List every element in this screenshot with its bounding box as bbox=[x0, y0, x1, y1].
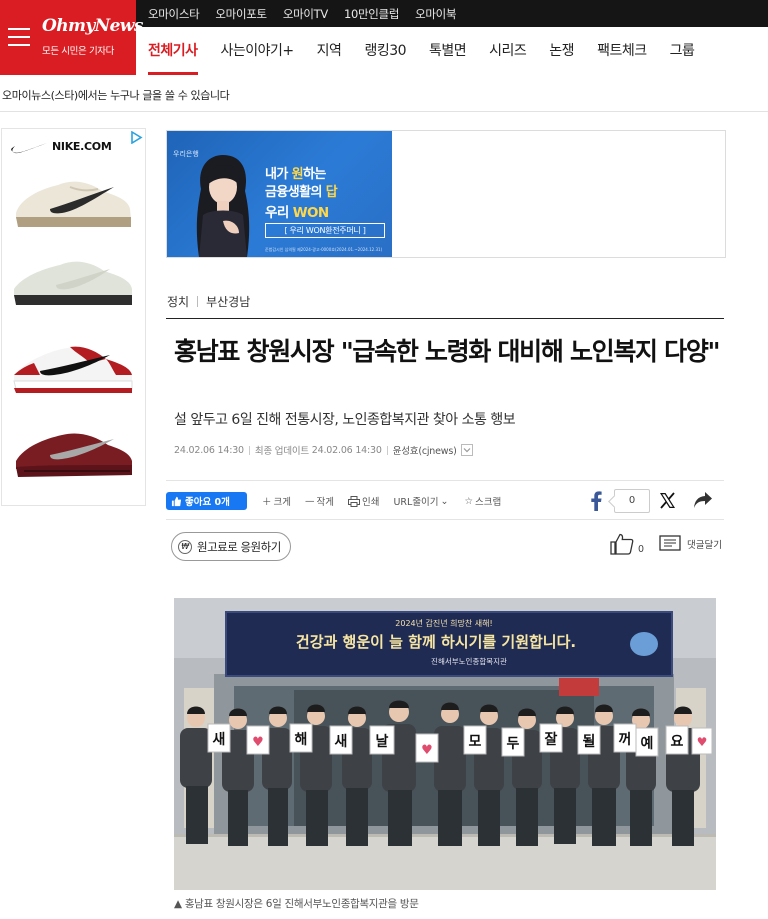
printer-icon bbox=[347, 495, 360, 507]
support-writer-button[interactable]: ₩ 원고료로 응원하기 bbox=[171, 532, 291, 561]
adchoices-icon[interactable] bbox=[130, 131, 143, 144]
updated-date: 24.02.06 14:30 bbox=[311, 444, 382, 456]
won-coin-icon: ₩ bbox=[178, 539, 192, 554]
top-link-book[interactable]: 오마이북 bbox=[415, 6, 456, 22]
nike-swoosh-icon bbox=[11, 143, 47, 154]
nav-item-series[interactable]: 시리즈 bbox=[489, 27, 527, 75]
svg-text:해: 해 bbox=[295, 732, 308, 748]
photo-banner-small: 2024년 갑진년 희망찬 새해! bbox=[395, 618, 492, 628]
author-name[interactable]: 윤성효(cjnews) bbox=[393, 443, 457, 457]
nav-item-all-articles[interactable]: 전체기사 bbox=[148, 27, 198, 75]
nav-item-debate[interactable]: 논쟁 bbox=[549, 27, 574, 75]
menu-icon[interactable] bbox=[8, 28, 30, 46]
logo-slogan: 모든 시민은 기자다 bbox=[42, 46, 114, 57]
top-link-club[interactable]: 10만인클럽 bbox=[344, 6, 399, 22]
section-politics[interactable]: 정치 bbox=[167, 293, 189, 310]
banner-ad[interactable]: 우리은행 내가 원하는 금융생활의 답 우리 WON [ 우리 WON환전주머니… bbox=[166, 130, 726, 258]
article-headline: 홍남표 창원시장 "급속한 노령화 대비해 노인복지 다양" bbox=[174, 337, 721, 366]
svg-text:잘: 잘 bbox=[545, 732, 558, 748]
section-busan[interactable]: 부산경남 bbox=[206, 293, 250, 310]
top-link-photo[interactable]: 오마이포토 bbox=[215, 6, 267, 22]
photo-scene: 2024년 갑진년 희망찬 새해! 건강과 행운이 늘 함께 하시기를 기원합니… bbox=[174, 598, 716, 890]
facebook-icon[interactable] bbox=[590, 491, 602, 511]
shoe-image-4[interactable] bbox=[10, 421, 136, 487]
nav-item-ranking[interactable]: 랭킹30 bbox=[364, 27, 406, 75]
facebook-share-count: 0 bbox=[614, 489, 650, 513]
x-twitter-icon[interactable] bbox=[659, 492, 676, 509]
svg-text:예: 예 bbox=[641, 736, 654, 752]
star-icon: ☆ bbox=[464, 495, 474, 507]
svg-text:♥: ♥ bbox=[421, 743, 433, 758]
url-shorten-button[interactable]: URL줄이기 ⌄ bbox=[393, 494, 450, 509]
nav-item-group[interactable]: 그룹 bbox=[670, 27, 695, 75]
share-icon[interactable] bbox=[693, 491, 713, 509]
main-nav: 전체기사 사는이야기+ 지역 랭킹30 톡별면 시리즈 논쟁 팩트체크 그룹 bbox=[136, 27, 768, 75]
svg-text:♥: ♥ bbox=[697, 735, 708, 749]
article-meta: 24.02.06 14:30 최종 업데이트 24.02.06 14:30 윤성… bbox=[174, 443, 473, 457]
svg-text:날: 날 bbox=[376, 734, 389, 750]
svg-text:될: 될 bbox=[583, 734, 596, 750]
photo-banner-org: 진해서부노인종합복지관 bbox=[431, 656, 507, 666]
nav-item-life[interactable]: 사는이야기+ bbox=[221, 27, 295, 75]
side-ad[interactable]: NIKE.COM bbox=[1, 128, 146, 506]
scrap-button[interactable]: ☆ 스크랩 bbox=[464, 494, 502, 509]
svg-text:두: 두 bbox=[507, 736, 520, 752]
nav-item-special[interactable]: 톡별면 bbox=[429, 27, 467, 75]
thumbs-up-icon bbox=[171, 496, 182, 506]
recommend-count: 0 bbox=[638, 544, 645, 555]
updated-label: 최종 업데이트 bbox=[254, 446, 309, 457]
photo-banner-main: 건강과 행운이 늘 함께 하시기를 기원합니다. bbox=[296, 633, 576, 651]
minus-icon: — bbox=[305, 495, 315, 507]
top-link-tv[interactable]: 오마이TV bbox=[283, 6, 328, 22]
article-subhead: 설 앞두고 6일 진해 전통시장, 노인종합복지관 찾아 소통 행보 bbox=[174, 412, 516, 428]
top-link-star[interactable]: 오마이스타 bbox=[148, 6, 200, 22]
divider bbox=[166, 318, 724, 319]
nav-item-region[interactable]: 지역 bbox=[317, 27, 342, 75]
svg-text:모: 모 bbox=[469, 734, 482, 750]
notice-bar: 오마이뉴스(스타)에서는 누구나 글을 쓸 수 있습니다 bbox=[0, 75, 768, 112]
site-logo[interactable]: OhmyNews 모든 시민은 기자다 bbox=[0, 0, 143, 75]
svg-text:새: 새 bbox=[213, 732, 226, 748]
chevron-down-icon: ⌄ bbox=[440, 495, 449, 507]
svg-text:요: 요 bbox=[671, 734, 684, 750]
like-label: 좋아요 0개 bbox=[185, 497, 230, 508]
comment-icon bbox=[659, 535, 681, 551]
notice-text[interactable]: 오마이뉴스(스타)에서는 누구나 글을 쓸 수 있습니다 bbox=[2, 87, 230, 103]
banner-cta[interactable]: [ 우리 WON환전주머니 ] bbox=[265, 223, 385, 238]
publish-date: 24.02.06 14:30 bbox=[174, 444, 244, 456]
top-links: 오마이스타 오마이포토 오마이TV 10만인클럽 오마이북 bbox=[148, 0, 472, 27]
ad-brand: NIKE.COM bbox=[52, 140, 112, 153]
article-photo[interactable]: 2024년 갑진년 희망찬 새해! 건강과 행운이 늘 함께 하시기를 기원합니… bbox=[174, 598, 716, 890]
thumbs-up-outline-icon bbox=[610, 533, 634, 555]
breadcrumb: 정치 부산경남 bbox=[167, 293, 250, 310]
author-dropdown-icon[interactable] bbox=[460, 444, 473, 456]
shoe-image-1[interactable] bbox=[10, 169, 136, 235]
plus-icon: ＋ bbox=[262, 497, 272, 508]
font-size-down-button[interactable]: — 작게 bbox=[305, 494, 334, 509]
print-button[interactable]: 인쇄 bbox=[347, 494, 379, 508]
logo-text: OhmyNews bbox=[42, 16, 143, 36]
photo-caption: ▲ 홍남표 창원시장은 6일 진해서부노인종합복지관을 방문 bbox=[174, 898, 419, 910]
article-tools: ＋ 크게 — 작게 인쇄 URL줄이기 ⌄ ☆ 스크랩 bbox=[262, 494, 515, 508]
banner-fine-print: 준법감시인 심의필 제2024-광고-0000호(2024.01.~2024.1… bbox=[265, 247, 383, 252]
svg-text:꺼: 꺼 bbox=[619, 732, 632, 748]
shoe-image-3[interactable] bbox=[10, 335, 136, 401]
banner-ad-image[interactable]: 우리은행 내가 원하는 금융생활의 답 우리 WON [ 우리 WON환전주머니… bbox=[167, 131, 392, 257]
font-size-up-button[interactable]: ＋ 크게 bbox=[262, 494, 291, 508]
shoe-image-2[interactable] bbox=[10, 247, 136, 313]
facebook-like-button[interactable]: 좋아요 0개 bbox=[166, 492, 247, 510]
comment-button[interactable]: 댓글달기 bbox=[659, 535, 722, 553]
svg-text:♥: ♥ bbox=[252, 735, 264, 750]
recommend-button[interactable]: 0 bbox=[610, 533, 644, 555]
nav-item-factcheck[interactable]: 팩트체크 bbox=[597, 27, 647, 75]
banner-model-image bbox=[196, 155, 250, 257]
svg-text:새: 새 bbox=[335, 734, 348, 750]
